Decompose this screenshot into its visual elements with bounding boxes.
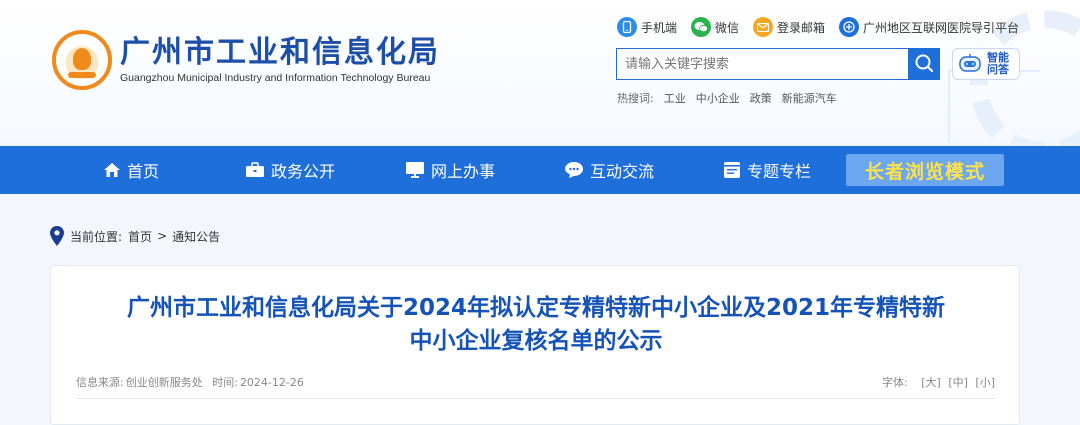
top-link-mail[interactable]: 登录邮箱 [753, 17, 825, 37]
nav-item-label: 政务公开 [271, 162, 336, 181]
nav-item-online-services[interactable]: 网上办事 [405, 146, 495, 194]
article-card: 广州市工业和信息化局关于2024年拟认定专精特新中小企业及2021年专精特新 中… [50, 265, 1020, 425]
article-title-line: 中小企业复核名单的公示 [409, 328, 663, 354]
ai-assistant-button[interactable]: 智能问答 [952, 48, 1020, 80]
top-link-hospital[interactable]: 广州地区互联网医院导引平台 [839, 17, 1019, 37]
time-label: 时间: [212, 376, 238, 389]
breadcrumb-separator: > [157, 229, 168, 243]
elder-mode-button[interactable]: 长者浏览模式 [846, 154, 1004, 186]
hot-word[interactable]: 政策 [750, 90, 772, 106]
article-title-line: 广州市工业和信息化局关于2024年拟认定专精特新中小企业及2021年专精特新 [126, 295, 946, 321]
time-value: 2024-12-26 [239, 376, 304, 389]
column-icon [723, 161, 741, 179]
monitor-icon [405, 161, 425, 179]
mail-icon [753, 17, 774, 37]
site-logo[interactable]: 广州市工业和信息化局 Guangzhou Municipal Industry … [52, 30, 440, 90]
hot-word[interactable]: 中小企业 [696, 90, 740, 106]
hospital-icon [839, 17, 860, 37]
home-icon [103, 162, 121, 178]
briefcase-icon [245, 162, 265, 178]
site-header: 广州市工业和信息化局 Guangzhou Municipal Industry … [0, 0, 1080, 146]
divider [76, 398, 996, 399]
search-button[interactable] [908, 48, 940, 80]
source-label: 信息来源: [76, 376, 124, 389]
article-meta: 信息来源: 创业创新服务处 时间: 2024-12-26 [76, 374, 310, 390]
chat-icon [564, 161, 584, 179]
search-icon [914, 53, 934, 76]
hot-word[interactable]: 工业 [664, 90, 686, 106]
breadcrumb: 当前位置: 首页 > 通知公告 [50, 226, 220, 246]
nav-item-label: 互动交流 [590, 162, 655, 181]
decorative-lines [948, 70, 1040, 142]
article-title: 广州市工业和信息化局关于2024年拟认定专精特新中小企业及2021年专精特新 中… [51, 292, 1021, 358]
font-size-large[interactable]: [大] [921, 376, 941, 389]
nav-item-gov-affairs[interactable]: 政务公开 [245, 146, 335, 194]
top-link-mobile[interactable]: 手机端 [617, 17, 677, 37]
robot-icon [957, 53, 983, 75]
search-bar [616, 48, 940, 80]
top-links: 手机端 微信 登录邮箱 广州地区互联网医院导引平台 [617, 17, 1033, 37]
nav-item-label: 专题专栏 [747, 162, 812, 181]
top-link-label: 登录邮箱 [777, 20, 826, 35]
nav-item-label: 首页 [127, 162, 160, 181]
breadcrumb-prefix: 当前位置: [70, 229, 123, 244]
site-title-english: Guangzhou Municipal Industry and Informa… [120, 72, 431, 84]
location-pin-icon [50, 226, 64, 246]
top-link-wechat[interactable]: 微信 [691, 17, 739, 37]
wechat-icon [691, 17, 712, 37]
top-link-label: 广州地区互联网医院导引平台 [863, 20, 1020, 35]
site-title: 广州市工业和信息化局 [120, 35, 440, 70]
hot-word[interactable]: 新能源汽车 [782, 90, 837, 106]
nav-item-special-topics[interactable]: 专题专栏 [723, 146, 811, 194]
source-value: 创业创新服务处 [125, 376, 203, 389]
nav-item-label: 网上办事 [431, 162, 496, 181]
hot-search-label: 热搜词: [617, 92, 654, 105]
main-nav: 首页 政务公开 网上办事 互动交流 专题专栏 长者浏览模式 [0, 146, 1080, 194]
font-size-label: 字体: [882, 376, 908, 389]
hot-search: 热搜词: 工业 中小企业 政策 新能源汽车 [617, 90, 847, 106]
breadcrumb-current[interactable]: 通知公告 [172, 228, 220, 245]
font-size-small[interactable]: [小] [975, 376, 995, 389]
font-size-controls: 字体: [大] [中] [小] [882, 374, 995, 390]
mobile-icon [617, 17, 637, 37]
ai-assistant-label: 智能问答 [987, 51, 1009, 76]
breadcrumb-home[interactable]: 首页 [128, 228, 152, 245]
nav-item-home[interactable]: 首页 [103, 146, 159, 194]
top-link-label: 手机端 [641, 20, 678, 35]
font-size-medium[interactable]: [中] [948, 376, 968, 389]
search-input[interactable] [616, 48, 908, 80]
top-link-label: 微信 [715, 20, 740, 35]
bureau-emblem-icon [52, 30, 112, 90]
nav-item-interaction[interactable]: 互动交流 [564, 146, 654, 194]
